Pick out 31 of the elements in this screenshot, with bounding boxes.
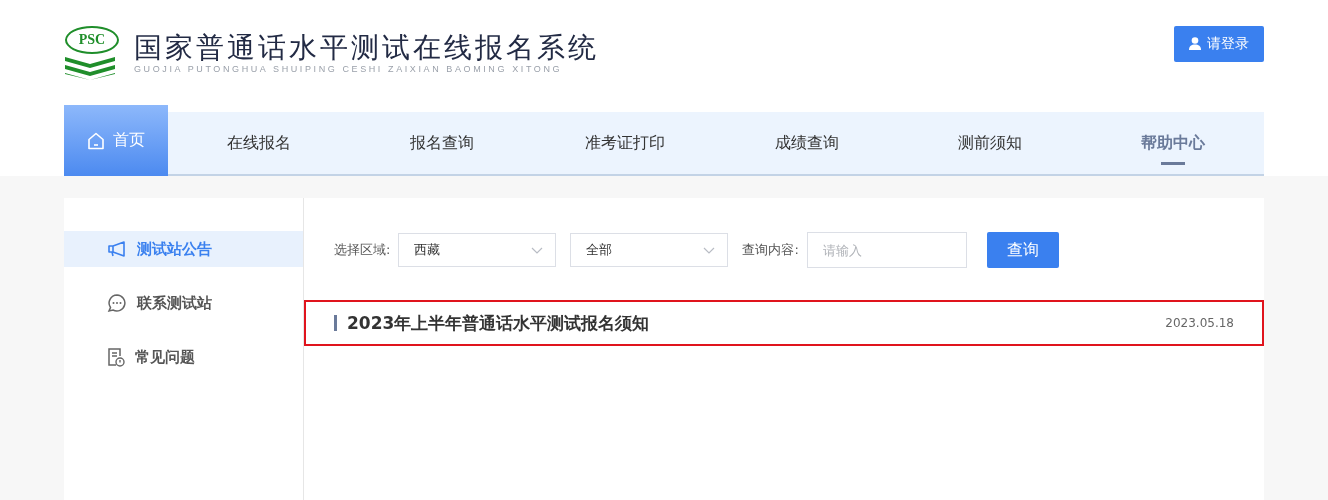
document-icon — [107, 347, 125, 367]
book-icon — [64, 54, 118, 81]
sidebar-item[interactable]: 常见问题 — [64, 339, 303, 375]
search-button[interactable]: 查询 — [986, 232, 1059, 268]
chevron-down-icon — [703, 246, 716, 254]
query-input[interactable]: 请输入 — [806, 232, 967, 268]
underline-bar — [1160, 162, 1185, 165]
nav-tab[interactable]: 在线报名 — [168, 112, 351, 174]
query-label: 查询内容: — [742, 241, 799, 259]
user-icon — [1189, 37, 1201, 50]
nav-tab[interactable]: 测前须知 — [898, 112, 1082, 174]
notice-title: 2023年上半年普通话水平测试报名须知 — [347, 311, 650, 335]
nav-tab[interactable]: 准考证打印 — [533, 112, 716, 174]
chat-bubble-icon — [107, 293, 127, 313]
megaphone-icon — [107, 240, 127, 258]
notice-date: 2023.05.18 — [1165, 316, 1234, 330]
scope-dropdown[interactable]: 全部 — [570, 233, 729, 267]
title-marker — [334, 315, 337, 331]
login-button[interactable]: 请登录 — [1174, 25, 1264, 62]
chevron-down-icon — [531, 246, 544, 254]
home-icon — [87, 131, 105, 150]
sidebar-item[interactable]: 联系测试站 — [64, 285, 303, 321]
logo-badge: PSC — [65, 25, 119, 54]
nav-tab[interactable]: 报名查询 — [350, 112, 534, 174]
notice-row[interactable]: 2023年上半年普通话水平测试报名须知 2023.05.18 — [304, 300, 1264, 346]
nav-tab[interactable]: 帮助中心 — [1081, 112, 1265, 174]
region-label: 选择区域: — [334, 241, 391, 259]
site-title: 国家普通话水平测试在线报名系统 — [134, 31, 599, 64]
site-subtitle: GUOJIA PUTONGHUA SHUIPING CESHI ZAIXIAN BAOMING XITONG — [134, 63, 564, 74]
region-dropdown[interactable]: 西藏 — [398, 233, 557, 267]
nav-tab[interactable]: 成绩查询 — [716, 112, 899, 174]
